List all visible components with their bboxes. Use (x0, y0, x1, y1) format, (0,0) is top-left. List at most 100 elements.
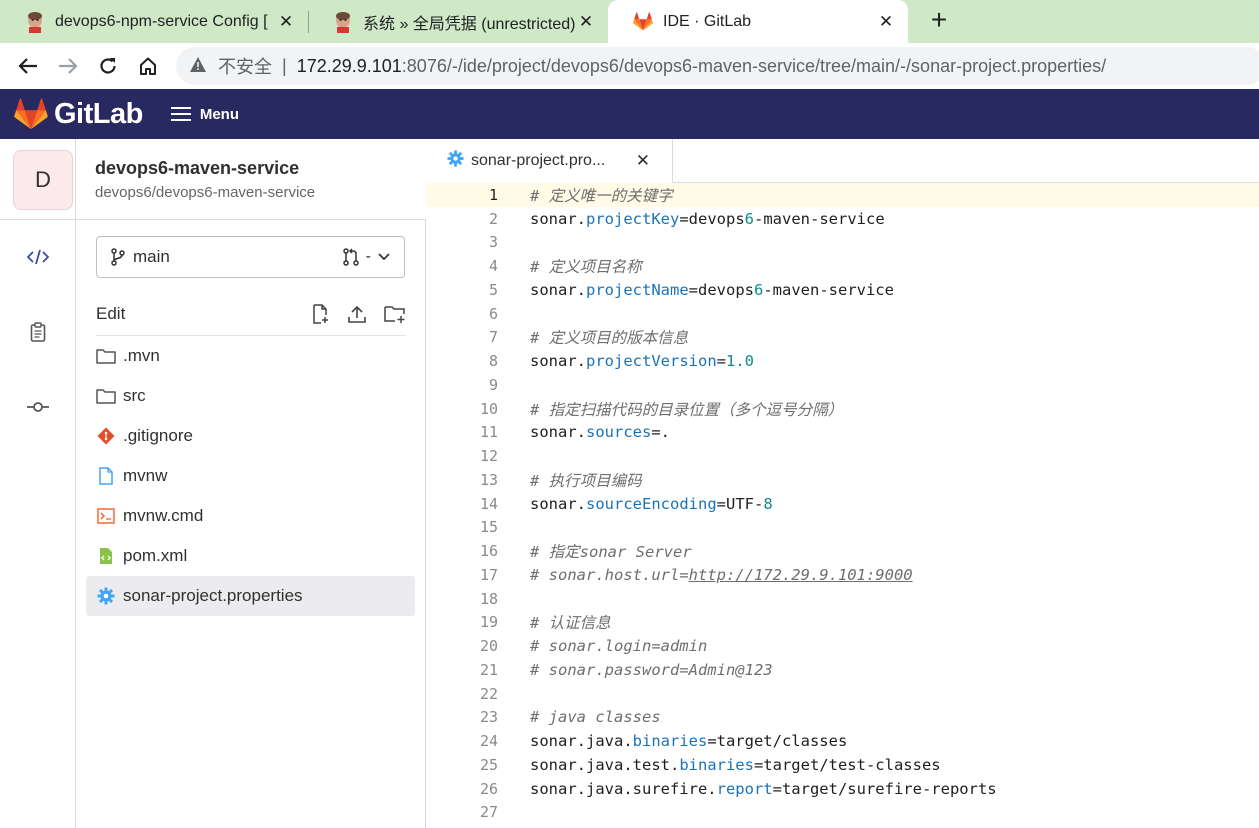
code-line[interactable]: 4 # 定义项目名称 (426, 254, 1259, 278)
code-line[interactable]: 20 # sonar.login=admin (426, 634, 1259, 658)
code-line[interactable]: 27 (426, 801, 1259, 825)
forward-button[interactable] (55, 53, 81, 79)
warning-icon[interactable] (190, 56, 208, 77)
code-line[interactable]: 3 (426, 231, 1259, 255)
browser-tab-title: IDE · GitLab (663, 12, 752, 30)
merge-request-selector[interactable]: - (342, 248, 390, 266)
branch-selector[interactable]: main - (96, 236, 405, 278)
close-icon[interactable]: ✕ (576, 12, 596, 32)
close-icon[interactable]: ✕ (636, 151, 650, 171)
gitlab-logo[interactable]: GitLab (14, 98, 143, 131)
code-line[interactable]: 18 (426, 587, 1259, 611)
folder-icon (95, 386, 117, 406)
url-path: :8076/-/ide/project/devops6/devops6-mave… (401, 55, 1107, 76)
jenkins-icon (24, 11, 46, 33)
code-line[interactable]: 12 (426, 444, 1259, 468)
jenkins-icon (332, 11, 354, 33)
line-number: 9 (488, 375, 498, 394)
line-number: 3 (488, 233, 498, 252)
code-line[interactable]: 9 (426, 373, 1259, 397)
gitlab-header: GitLab Menu (0, 89, 1259, 139)
code-line[interactable]: 5 sonar.projectName=devops6-maven-service (426, 278, 1259, 302)
code-line[interactable]: 14 sonar.sourceEncoding=UTF-8 (426, 492, 1259, 516)
editor-tab-bar: sonar-project.pro... ✕ (426, 139, 1259, 183)
code-line[interactable]: 8 sonar.projectVersion=1.0 (426, 349, 1259, 373)
line-number: 24 (479, 732, 498, 751)
tree-item-sonar-project-properties[interactable]: sonar-project.properties (86, 576, 415, 616)
commit-mode-button[interactable] (0, 387, 76, 427)
line-number: 8 (488, 352, 498, 371)
browser-tab-title: 系统 » 全局凭据 (unrestricted) [ (363, 15, 576, 33)
close-icon[interactable]: ✕ (876, 12, 896, 32)
code-line[interactable]: 21 # sonar.password=Admin@123 (426, 658, 1259, 682)
line-text: # sonar.host.url=http://172.29.9.101:900… (530, 565, 913, 584)
back-button[interactable] (15, 53, 41, 79)
line-text: # 执行项目编码 (530, 471, 642, 490)
line-text: sonar.projectKey=devops6-maven-service (530, 209, 885, 228)
code-editor: sonar-project.pro... ✕ 1 # 定义唯一的关键字 2 sonar… (426, 139, 1259, 828)
code-lines[interactable]: 1 # 定义唯一的关键字 2 sonar.projectKey=devops6-mav… (426, 183, 1259, 824)
code-line[interactable]: 16 # 指定sonar Server (426, 539, 1259, 563)
browser-tab-1[interactable]: devops6-npm-service Config [ ✕ (0, 0, 308, 43)
browser-tab-active[interactable]: IDE · GitLab ✕ (608, 0, 908, 43)
close-icon[interactable]: ✕ (276, 12, 296, 32)
review-mode-button[interactable] (0, 312, 76, 352)
menu-button[interactable]: Menu (170, 105, 240, 123)
edit-mode-button[interactable] (0, 237, 76, 277)
code-line[interactable]: 1 # 定义唯一的关键字 (426, 183, 1259, 207)
new-folder-icon[interactable] (384, 304, 406, 324)
code-line[interactable]: 22 (426, 682, 1259, 706)
code-line[interactable]: 7 # 定义项目的版本信息 (426, 326, 1259, 350)
line-number: 5 (488, 280, 498, 299)
tree-item-src[interactable]: src (86, 376, 415, 416)
tree-item-label: src (123, 386, 146, 405)
code-icon (27, 249, 49, 265)
new-tab-button[interactable]: + (922, 4, 956, 38)
project-header: D devops6-maven-service devops6/devops6-… (0, 139, 426, 220)
address-bar[interactable]: 不安全 | 172.29.9.101 :8076/-/ide/project/d… (176, 47, 1259, 85)
line-text: # 指定扫描代码的目录位置（多个逗号分隔） (530, 400, 844, 419)
tree-item-gitignore[interactable]: .gitignore (86, 416, 415, 456)
browser-tab-2[interactable]: 系统 » 全局凭据 (unrestricted) [ ✕ (308, 0, 608, 43)
line-text: sonar.sourceEncoding=UTF-8 (530, 494, 773, 513)
line-number: 16 (479, 542, 498, 561)
arrow-left-icon (18, 58, 37, 74)
new-file-icon[interactable] (310, 303, 330, 324)
file-actions (310, 303, 406, 324)
line-text: # sonar.password=Admin@123 (530, 660, 773, 679)
line-text: # 认证信息 (530, 614, 611, 633)
line-text: sonar.projectName=devops6-maven-service (530, 280, 894, 299)
menu-label: Menu (199, 105, 240, 123)
line-text: sonar.sources=. (530, 423, 670, 442)
line-number: 19 (479, 613, 498, 632)
commit-icon (27, 402, 49, 412)
upload-icon[interactable] (347, 304, 367, 324)
line-text: # 定义唯一的关键字 (530, 186, 673, 205)
home-button[interactable] (135, 53, 161, 79)
code-line[interactable]: 6 (426, 302, 1259, 326)
code-line[interactable]: 24 sonar.java.binaries=target/classes (426, 729, 1259, 753)
code-line[interactable]: 25 sonar.java.test.binaries=target/test-c… (426, 753, 1259, 777)
tree-item-mvnw[interactable]: mvnw (86, 456, 415, 496)
project-avatar[interactable]: D (13, 150, 73, 210)
xml-icon (95, 546, 117, 566)
code-line[interactable]: 17 # sonar.host.url=http://172.29.9.101:9… (426, 563, 1259, 587)
tree-item-pom-xml[interactable]: pom.xml (86, 536, 415, 576)
code-line[interactable]: 15 (426, 516, 1259, 540)
ide-activity-bar (0, 139, 76, 828)
code-line[interactable]: 13 # 执行项目编码 (426, 468, 1259, 492)
url-host: 172.29.9.101 (296, 55, 402, 76)
code-line[interactable]: 10 # 指定扫描代码的目录位置（多个逗号分隔） (426, 397, 1259, 421)
tree-item-mvn[interactable]: .mvn (86, 336, 415, 376)
reload-button[interactable] (95, 53, 121, 79)
project-name[interactable]: devops6-maven-service (95, 158, 299, 179)
code-line[interactable]: 2 sonar.projectKey=devops6-maven-service (426, 207, 1259, 231)
line-number: 21 (479, 660, 498, 679)
code-line[interactable]: 19 # 认证信息 (426, 611, 1259, 635)
file-icon (95, 466, 117, 486)
tree-item-mvnw-cmd[interactable]: mvnw.cmd (86, 496, 415, 536)
code-line[interactable]: 26 sonar.java.surefire.report=target/sure… (426, 777, 1259, 801)
editor-tab-sonar-project[interactable]: sonar-project.pro... ✕ (426, 139, 673, 183)
code-line[interactable]: 23 # java classes (426, 706, 1259, 730)
code-line[interactable]: 11 sonar.sources=. (426, 421, 1259, 445)
